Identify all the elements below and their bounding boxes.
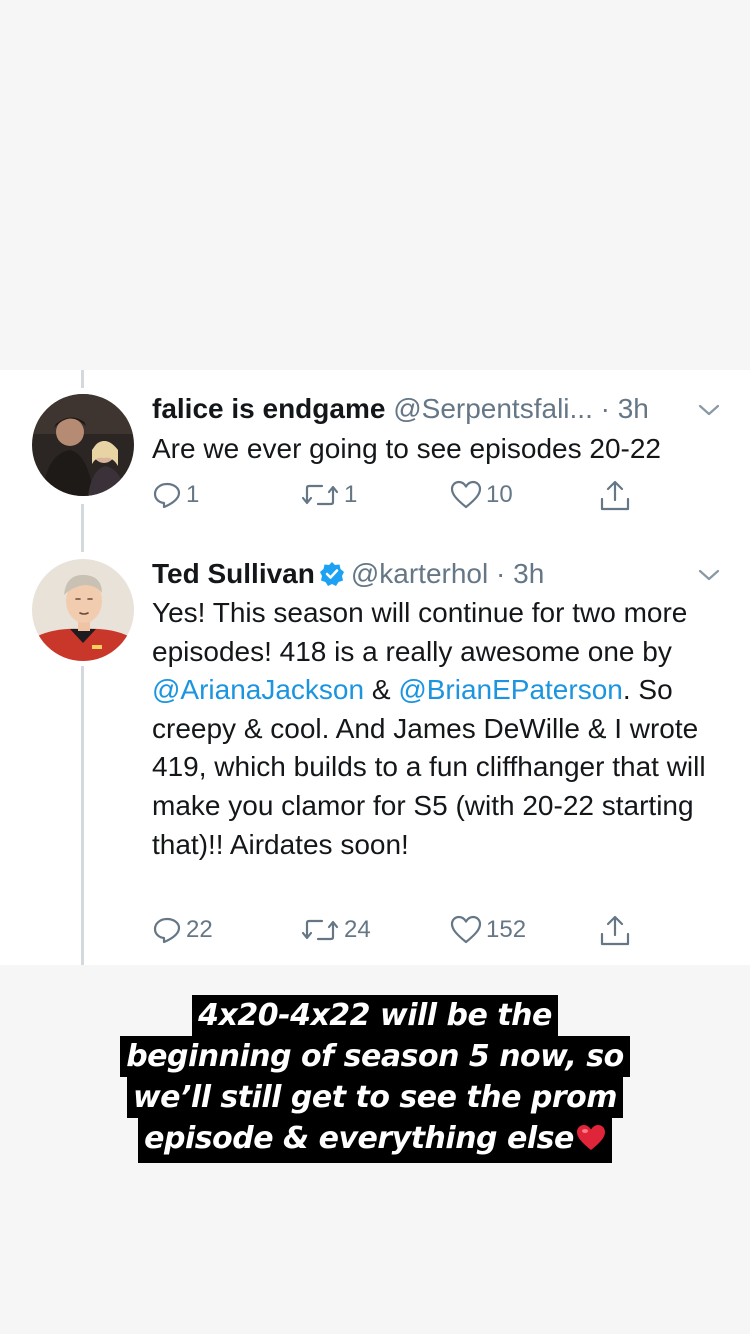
tweet-text: Yes! This season will continue for two m… (152, 594, 722, 864)
retweet-icon (300, 915, 340, 945)
username[interactable]: @Serpentsfali... (393, 393, 593, 424)
tweet-text: Are we ever going to see episodes 20-22 (152, 433, 661, 464)
reply-icon (152, 480, 182, 510)
tweet-text-part: & (364, 674, 399, 706)
share-button[interactable] (598, 480, 632, 512)
caption-line: beginning of season 5 now, so (120, 1036, 630, 1077)
like-button[interactable]: 152 (450, 915, 526, 945)
display-name[interactable]: falice is endgame (152, 393, 385, 424)
chevron-down-icon[interactable] (697, 563, 721, 587)
separator-dot: · (496, 558, 506, 589)
mention-link[interactable]: @BrianEPaterson (398, 674, 623, 705)
share-button[interactable] (598, 915, 632, 947)
retweet-count: 24 (344, 916, 371, 943)
tweet-actions: 1 1 10 (152, 480, 652, 520)
tweet-text-part: Yes! This season will continue for two m… (152, 597, 688, 667)
like-count: 10 (486, 481, 513, 508)
tweet-actions: 22 24 152 (152, 915, 652, 955)
like-count: 152 (486, 916, 527, 943)
caption-line: we’ll still get to see the prom (126, 1077, 624, 1118)
reply-button[interactable]: 22 (152, 915, 213, 945)
retweet-icon (300, 480, 340, 510)
caption-line: 4x20-4x22 will be the (192, 995, 558, 1036)
caption-line-last: episode & everything else (138, 1118, 612, 1163)
tweet-header: falice is endgame @Serpentsfali... · 3h (152, 392, 649, 426)
heart-icon (450, 915, 482, 945)
tweet-thread: falice is endgame @Serpentsfali... · 3h … (0, 370, 750, 965)
chevron-down-icon[interactable] (697, 398, 721, 422)
share-icon (598, 480, 632, 512)
tweet-header: Ted Sullivan @karterhol · 3h (152, 557, 544, 595)
red-heart-emoji-icon (576, 1122, 606, 1163)
timestamp[interactable]: 3h (618, 393, 649, 424)
heart-icon (450, 480, 482, 510)
reply-count: 22 (186, 916, 213, 943)
retweet-button[interactable]: 1 (300, 480, 357, 510)
avatar[interactable] (32, 394, 134, 496)
retweet-count: 1 (344, 481, 358, 508)
avatar[interactable] (32, 559, 134, 661)
like-button[interactable]: 10 (450, 480, 513, 510)
separator-dot: · (600, 393, 610, 424)
share-icon (598, 915, 632, 947)
reply-icon (152, 915, 182, 945)
verified-badge-icon (319, 561, 345, 595)
thread-line-top (81, 370, 84, 388)
retweet-button[interactable]: 24 (300, 915, 371, 945)
mention-link[interactable]: @ArianaJackson (152, 674, 364, 705)
username[interactable]: @karterhol (351, 558, 488, 589)
thread-line-bottom (81, 666, 84, 965)
reply-count: 1 (186, 481, 200, 508)
caption-line-text: episode & everything else (144, 1121, 574, 1156)
story-caption: 4x20-4x22 will be the beginning of seaso… (0, 995, 750, 1163)
reply-button[interactable]: 1 (152, 480, 199, 510)
timestamp[interactable]: 3h (513, 558, 544, 589)
display-name[interactable]: Ted Sullivan (152, 558, 315, 589)
thread-line-middle (81, 504, 84, 552)
